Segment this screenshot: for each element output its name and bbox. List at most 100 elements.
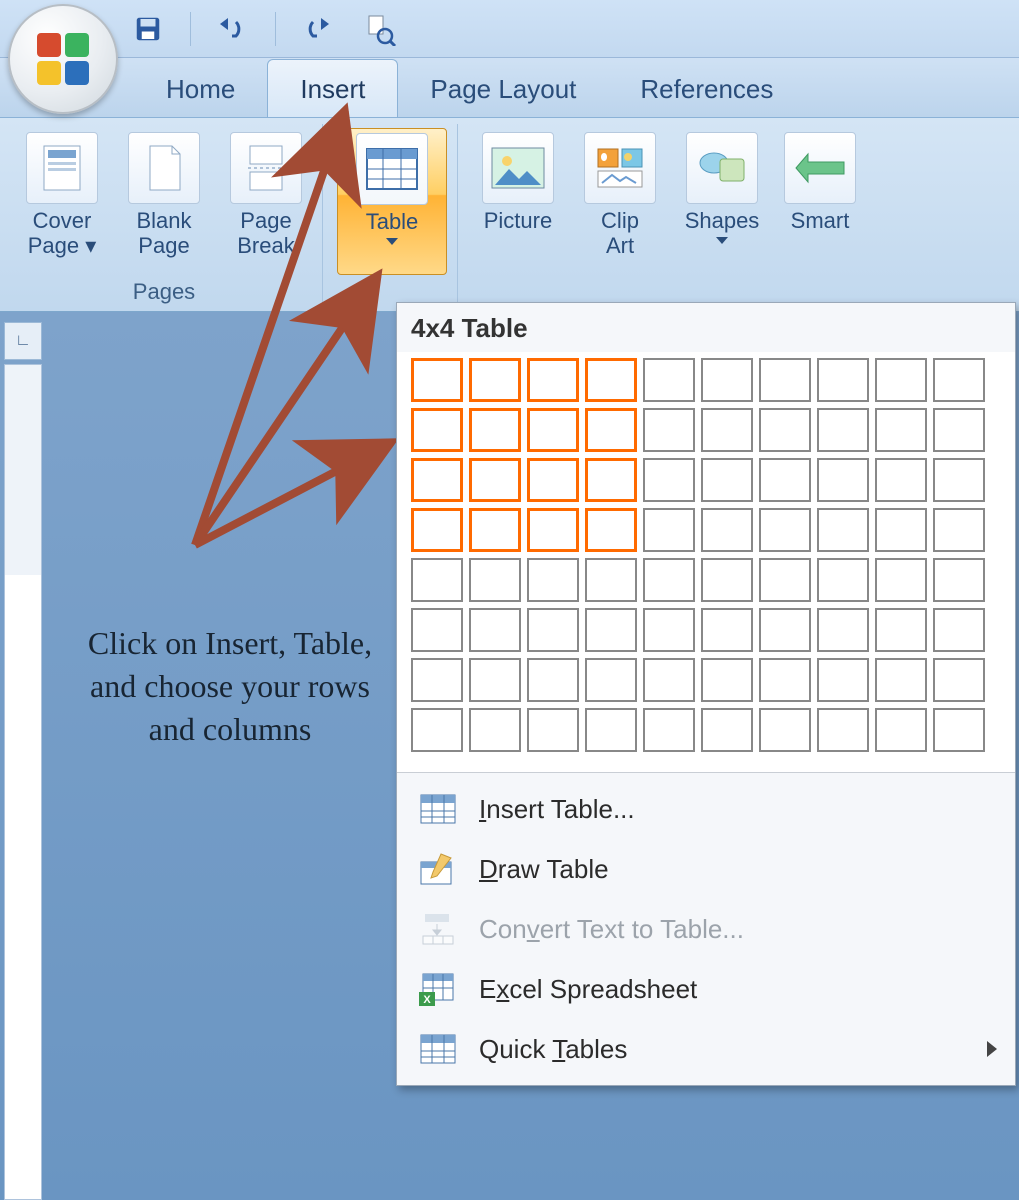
tab-insert[interactable]: Insert (267, 59, 398, 117)
grid-cell[interactable] (933, 408, 985, 452)
grid-cell[interactable] (411, 658, 463, 702)
grid-cell[interactable] (643, 358, 695, 402)
print-preview-button[interactable] (360, 9, 400, 49)
grid-cell[interactable] (585, 508, 637, 552)
grid-cell[interactable] (411, 358, 463, 402)
page-break-button[interactable]: Page Break (220, 128, 312, 275)
grid-cell[interactable] (527, 508, 579, 552)
office-button[interactable] (8, 4, 118, 114)
grid-cell[interactable] (527, 558, 579, 602)
grid-cell[interactable] (643, 558, 695, 602)
grid-cell[interactable] (527, 608, 579, 652)
menu-quick-tables[interactable]: Quick Tables (397, 1019, 1015, 1079)
grid-cell[interactable] (875, 708, 927, 752)
grid-cell[interactable] (933, 358, 985, 402)
grid-cell[interactable] (701, 408, 753, 452)
grid-cell[interactable] (933, 658, 985, 702)
grid-cell[interactable] (817, 708, 869, 752)
grid-cell[interactable] (759, 358, 811, 402)
undo-button[interactable] (213, 9, 253, 49)
grid-cell[interactable] (759, 558, 811, 602)
grid-cell[interactable] (817, 608, 869, 652)
grid-cell[interactable] (585, 608, 637, 652)
grid-cell[interactable] (817, 508, 869, 552)
picture-button[interactable]: Picture (472, 128, 564, 275)
grid-cell[interactable] (875, 408, 927, 452)
grid-cell[interactable] (469, 508, 521, 552)
grid-cell[interactable] (527, 708, 579, 752)
table-size-grid[interactable] (397, 352, 1015, 772)
grid-cell[interactable] (875, 458, 927, 502)
grid-cell[interactable] (643, 608, 695, 652)
grid-cell[interactable] (817, 408, 869, 452)
grid-cell[interactable] (701, 458, 753, 502)
grid-cell[interactable] (469, 458, 521, 502)
grid-cell[interactable] (585, 558, 637, 602)
grid-cell[interactable] (527, 658, 579, 702)
grid-cell[interactable] (933, 558, 985, 602)
cover-page-button[interactable]: Cover Page ▾ (16, 128, 108, 275)
grid-cell[interactable] (933, 708, 985, 752)
smartart-button[interactable]: Smart (778, 128, 862, 275)
tab-references[interactable]: References (608, 60, 805, 117)
clip-art-button[interactable]: Clip Art (574, 128, 666, 275)
grid-cell[interactable] (469, 708, 521, 752)
grid-cell[interactable] (933, 608, 985, 652)
grid-cell[interactable] (817, 558, 869, 602)
grid-cell[interactable] (875, 358, 927, 402)
grid-cell[interactable] (933, 458, 985, 502)
grid-cell[interactable] (875, 608, 927, 652)
grid-cell[interactable] (701, 658, 753, 702)
grid-cell[interactable] (817, 358, 869, 402)
grid-cell[interactable] (817, 458, 869, 502)
grid-cell[interactable] (585, 708, 637, 752)
grid-cell[interactable] (701, 508, 753, 552)
grid-cell[interactable] (411, 408, 463, 452)
tab-home[interactable]: Home (134, 60, 267, 117)
grid-cell[interactable] (875, 658, 927, 702)
grid-cell[interactable] (759, 408, 811, 452)
grid-cell[interactable] (759, 508, 811, 552)
grid-cell[interactable] (643, 708, 695, 752)
grid-cell[interactable] (469, 608, 521, 652)
grid-cell[interactable] (701, 558, 753, 602)
grid-cell[interactable] (469, 558, 521, 602)
grid-cell[interactable] (411, 458, 463, 502)
grid-cell[interactable] (759, 608, 811, 652)
grid-cell[interactable] (817, 658, 869, 702)
grid-cell[interactable] (469, 658, 521, 702)
grid-cell[interactable] (585, 408, 637, 452)
tab-page-layout[interactable]: Page Layout (398, 60, 608, 117)
grid-cell[interactable] (643, 658, 695, 702)
grid-cell[interactable] (585, 358, 637, 402)
grid-cell[interactable] (759, 708, 811, 752)
menu-draw-table[interactable]: Draw Table (397, 839, 1015, 899)
grid-cell[interactable] (527, 358, 579, 402)
shapes-button[interactable]: Shapes (676, 128, 768, 275)
grid-cell[interactable] (469, 408, 521, 452)
blank-page-button[interactable]: Blank Page (118, 128, 210, 275)
grid-cell[interactable] (701, 708, 753, 752)
grid-cell[interactable] (527, 458, 579, 502)
grid-cell[interactable] (701, 358, 753, 402)
grid-cell[interactable] (469, 358, 521, 402)
grid-cell[interactable] (875, 558, 927, 602)
grid-cell[interactable] (875, 508, 927, 552)
grid-cell[interactable] (759, 458, 811, 502)
redo-button[interactable] (298, 9, 338, 49)
grid-cell[interactable] (643, 408, 695, 452)
grid-cell[interactable] (701, 608, 753, 652)
grid-cell[interactable] (411, 508, 463, 552)
grid-cell[interactable] (585, 658, 637, 702)
grid-cell[interactable] (411, 608, 463, 652)
grid-cell[interactable] (585, 458, 637, 502)
grid-cell[interactable] (411, 708, 463, 752)
menu-insert-table[interactable]: Insert Table... (397, 779, 1015, 839)
grid-cell[interactable] (643, 508, 695, 552)
save-button[interactable] (128, 9, 168, 49)
table-button[interactable]: Table (337, 128, 447, 275)
grid-cell[interactable] (759, 658, 811, 702)
grid-cell[interactable] (411, 558, 463, 602)
grid-cell[interactable] (933, 508, 985, 552)
grid-cell[interactable] (643, 458, 695, 502)
